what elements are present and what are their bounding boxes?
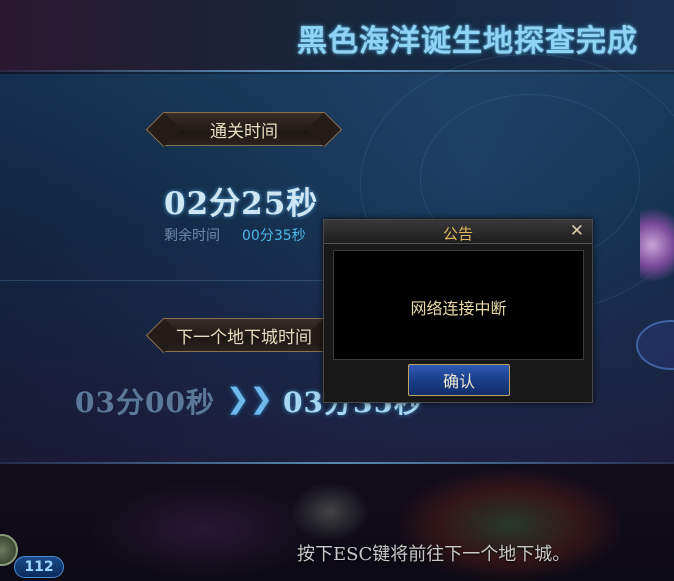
bottom-art-glow-left xyxy=(90,480,320,580)
level-badge: 112 xyxy=(14,556,64,578)
close-icon[interactable]: ✕ xyxy=(570,221,584,241)
clear-time-banner: 通关时间 xyxy=(163,112,325,146)
character-portrait-fragment xyxy=(640,200,674,290)
section-divider xyxy=(0,280,330,281)
confirm-button[interactable]: 确认 xyxy=(408,364,510,396)
remaining-time-label: 剩余时间 xyxy=(164,228,220,244)
dialog-header: 公告 ✕ xyxy=(324,220,592,244)
clear-time-banner-label: 通关时间 xyxy=(210,121,278,142)
notice-dialog: 公告 ✕ 网络连接中断 确认 xyxy=(323,219,593,403)
result-screen: 黑色海洋诞生地探查完成 通关时间 02分25秒 剩余时间 00分35秒 下一个地… xyxy=(0,0,674,581)
dungeon-complete-title: 黑色海洋诞生地探查完成 xyxy=(297,24,638,59)
dialog-title: 公告 xyxy=(442,225,473,243)
dialog-message: 网络连接中断 xyxy=(410,299,507,318)
bottom-art-glow-center xyxy=(290,482,370,542)
dialog-message-box: 网络连接中断 xyxy=(333,250,584,360)
double-arrow-icon: ❯❯ xyxy=(226,382,273,415)
next-dungeon-banner-label: 下一个地下城时间 xyxy=(176,327,312,348)
esc-hint-text: 按下ESC键将前往下一个地下城。 xyxy=(297,544,571,565)
clear-time-value: 02分25秒 xyxy=(164,186,319,222)
base-time-value: 03分00秒 xyxy=(75,386,215,419)
next-dungeon-time-banner: 下一个地下城时间 xyxy=(163,318,325,352)
remaining-time-value: 00分35秒 xyxy=(242,228,306,244)
